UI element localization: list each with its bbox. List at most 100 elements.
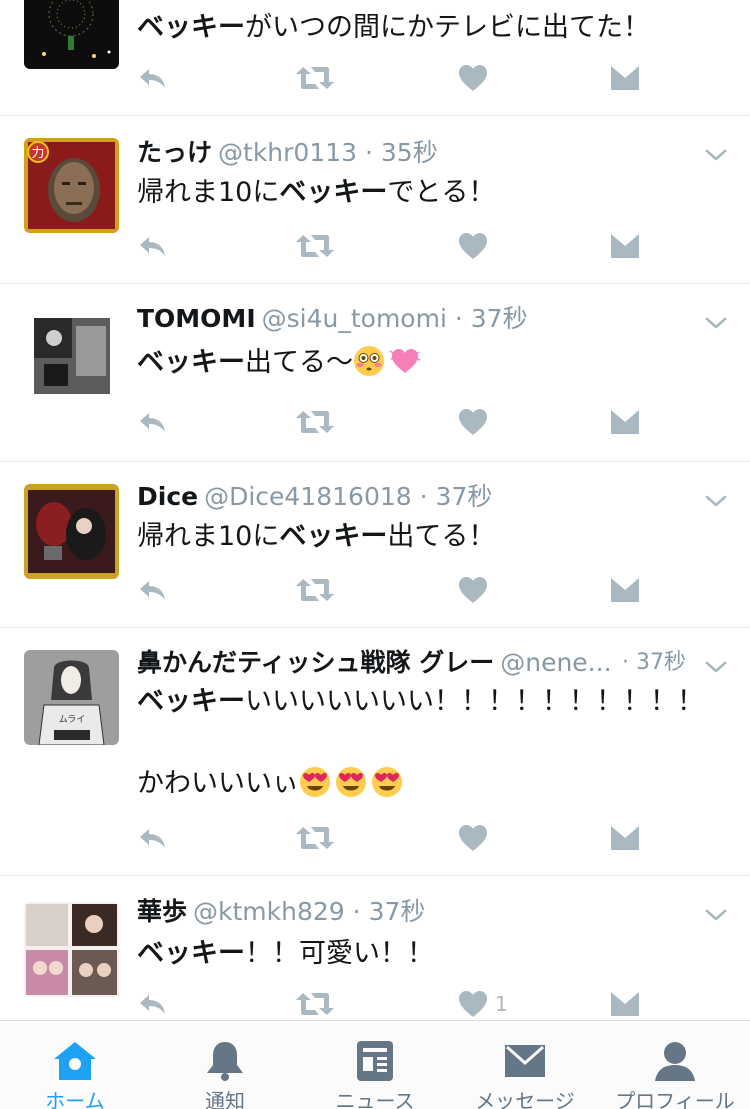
envelope-icon <box>609 406 641 438</box>
dm-button[interactable] <box>609 406 641 438</box>
reply-icon <box>137 822 169 854</box>
tweet[interactable]: ムライ 鼻かんだティッシュ戦隊 グレー @nene... · 37秒 ベッキーいい… <box>0 628 750 876</box>
collage-avatar-image <box>24 902 119 997</box>
dm-button[interactable] <box>609 822 641 854</box>
user-handle[interactable]: @Dice41816018 <box>204 482 412 511</box>
tab-bar: ホーム 通知 ニュース メッセージ プロフィール <box>0 1020 750 1109</box>
tweet[interactable]: 力 たっけ @tkhr0113 · 35秒 帰れま10にベッキーでとる！ <box>0 116 750 284</box>
timeline[interactable]: ベッキーがいつの間にかテレビに出てた！ 力 たっけ @tkhr0113 · 35… <box>0 0 750 1020</box>
envelope-icon <box>609 574 641 606</box>
tweet-text-line2: かわいいいぃ <box>137 764 710 804</box>
tab-profile[interactable]: プロフィール <box>600 1021 750 1109</box>
tab-label: ホーム <box>45 1089 105 1109</box>
like-count: 1 <box>495 992 508 1016</box>
envelope-icon <box>609 988 641 1020</box>
timestamp[interactable]: 37秒 <box>636 650 686 675</box>
dm-button[interactable] <box>609 988 641 1020</box>
reply-icon <box>137 574 169 606</box>
tweet[interactable]: 華歩 @ktmkh829 · 37秒 ベッキー！！可愛い！！ 1 <box>0 876 750 1020</box>
heart-eyes-emoji <box>335 766 367 798</box>
reply-button[interactable] <box>137 822 169 854</box>
chevron-down-icon[interactable] <box>704 143 728 167</box>
dm-button[interactable] <box>609 62 641 94</box>
user-name[interactable]: 鼻かんだティッシュ戦隊 グレー <box>137 648 494 677</box>
tweet[interactable]: Dice @Dice41816018 · 37秒 帰れま10にベッキー出てる！ <box>0 462 750 628</box>
like-button[interactable] <box>457 230 489 262</box>
tweet-header: たっけ @tkhr0113 · 35秒 <box>137 135 710 171</box>
timestamp[interactable]: 37秒 <box>436 482 493 511</box>
svg-text:ムライ: ムライ <box>59 714 86 725</box>
retweet-button[interactable] <box>295 62 335 94</box>
chevron-down-icon[interactable] <box>704 903 728 927</box>
retweet-icon <box>295 574 335 606</box>
tweet-actions <box>137 62 657 94</box>
envelope-icon <box>609 62 641 94</box>
tweet-text: ベッキーがいつの間にかテレビに出てた！ <box>137 12 650 43</box>
reply-button[interactable] <box>137 406 169 438</box>
reply-button[interactable] <box>137 574 169 606</box>
tab-news[interactable]: ニュース <box>300 1021 450 1109</box>
separator: · <box>419 482 428 511</box>
tab-label: プロフィール <box>615 1089 735 1109</box>
tab-messages[interactable]: メッセージ <box>450 1021 600 1109</box>
tweet-text: ベッキー！！可愛い！！ <box>137 938 434 969</box>
like-button[interactable] <box>457 822 489 854</box>
heart-icon <box>457 988 489 1020</box>
tweet[interactable]: TOMOMI @si4u_tomomi · 37秒 ベッキー出てる〜 <box>0 284 750 462</box>
reply-button[interactable] <box>137 62 169 94</box>
retweet-button[interactable] <box>295 406 335 438</box>
user-name[interactable]: TOMOMI <box>137 304 256 333</box>
tab-label: 通知 <box>205 1089 245 1109</box>
separator: · <box>365 138 373 167</box>
user-handle[interactable]: @si4u_tomomi <box>262 304 447 333</box>
tweet-header: 鼻かんだティッシュ戦隊 グレー @nene... <box>137 645 630 681</box>
avatar[interactable] <box>24 902 119 997</box>
svg-text:力: 力 <box>31 146 44 161</box>
user-name[interactable]: 華歩 <box>137 897 187 926</box>
heart-icon <box>457 62 489 94</box>
reply-button[interactable] <box>137 988 169 1020</box>
timestamp[interactable]: 37秒 <box>471 304 528 333</box>
retweet-button[interactable] <box>295 822 335 854</box>
flushed-face-emoji <box>353 345 385 377</box>
heart-eyes-emoji <box>371 766 403 798</box>
user-handle[interactable]: @ktmkh829 <box>193 897 345 926</box>
mono-photo-avatar-image <box>24 308 119 403</box>
tweet-actions <box>137 406 657 438</box>
user-name[interactable]: Dice <box>137 482 198 511</box>
like-button[interactable] <box>457 62 489 94</box>
retweet-button[interactable] <box>295 574 335 606</box>
tab-notifications[interactable]: 通知 <box>150 1021 300 1109</box>
avatar[interactable] <box>24 484 119 579</box>
chevron-down-icon[interactable] <box>704 311 728 335</box>
tab-home[interactable]: ホーム <box>0 1021 150 1109</box>
separator: · <box>454 304 463 333</box>
dm-button[interactable] <box>609 230 641 262</box>
reply-icon <box>137 62 169 94</box>
timestamp[interactable]: 35秒 <box>381 138 438 167</box>
tweet[interactable]: ベッキーがいつの間にかテレビに出てた！ <box>0 0 750 116</box>
avatar[interactable]: 力 <box>24 138 119 233</box>
user-handle[interactable]: @nene... <box>500 648 611 677</box>
tweet-actions <box>137 574 657 606</box>
like-button[interactable] <box>457 406 489 438</box>
chevron-down-icon[interactable] <box>704 655 728 679</box>
avatar[interactable]: ムライ <box>24 650 119 745</box>
chevron-down-icon[interactable] <box>704 489 728 513</box>
user-handle[interactable]: @tkhr0113 <box>218 138 357 167</box>
reply-button[interactable] <box>137 230 169 262</box>
bell-icon <box>207 1042 243 1081</box>
dm-button[interactable] <box>609 574 641 606</box>
avatar[interactable] <box>24 308 119 403</box>
tweet-header: Dice @Dice41816018 · 37秒 <box>137 479 710 515</box>
user-name[interactable]: たっけ <box>137 138 212 167</box>
retweet-button[interactable] <box>295 988 335 1020</box>
tab-label: ニュース <box>335 1089 415 1109</box>
like-button[interactable] <box>457 574 489 606</box>
envelope-icon <box>609 230 641 262</box>
avatar[interactable] <box>24 0 119 69</box>
timestamp[interactable]: 37秒 <box>369 897 426 926</box>
like-button[interactable]: 1 <box>457 988 508 1020</box>
envelope-icon <box>609 822 641 854</box>
retweet-button[interactable] <box>295 230 335 262</box>
